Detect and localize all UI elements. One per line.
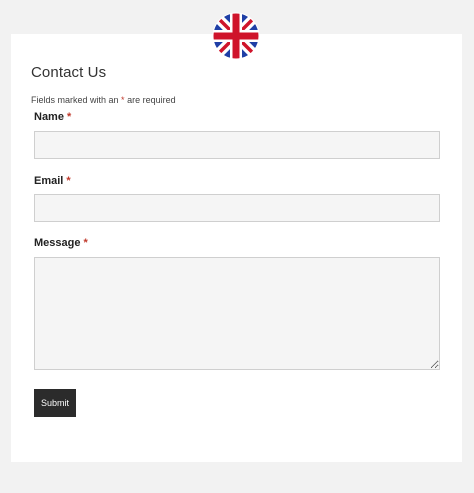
name-input[interactable] (34, 131, 440, 159)
email-label-text: Email (34, 175, 64, 187)
submit-button[interactable]: Submit (34, 389, 76, 417)
name-label: Name * (34, 111, 71, 123)
message-label: Message * (34, 237, 88, 249)
page: Contact Us Fields marked with an * are r… (0, 0, 474, 493)
email-input[interactable] (34, 194, 440, 222)
message-required-marker: * (83, 237, 88, 249)
required-fields-note: Fields marked with an * are required (31, 95, 176, 105)
message-textarea[interactable] (34, 257, 440, 370)
email-required-marker: * (66, 175, 71, 187)
email-label: Email * (34, 175, 71, 187)
contact-form-card: Contact Us Fields marked with an * are r… (11, 34, 462, 462)
name-required-marker: * (67, 111, 72, 123)
uk-flag-graphic (212, 12, 260, 60)
uk-flag-icon[interactable] (212, 12, 260, 60)
message-label-text: Message (34, 237, 81, 249)
required-note-prefix: Fields marked with an (31, 95, 122, 105)
name-label-text: Name (34, 111, 64, 123)
form-title: Contact Us (31, 64, 107, 81)
required-note-suffix: are required (124, 95, 176, 105)
